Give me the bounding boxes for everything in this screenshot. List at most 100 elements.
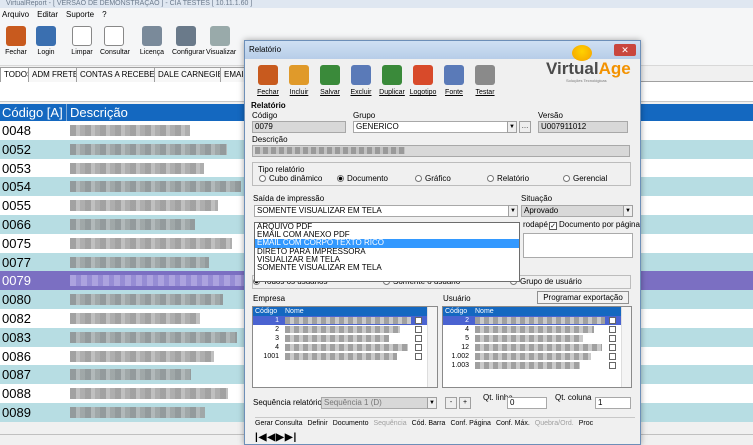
- bottom-tab[interactable]: Definir: [307, 420, 327, 427]
- row-description-redacted: [70, 125, 190, 136]
- name-redacted: [285, 353, 397, 360]
- bottom-tab[interactable]: Conf. Máx.: [496, 420, 530, 427]
- list-item[interactable]: 3: [253, 334, 437, 343]
- fechar-button[interactable]: Fechar: [253, 63, 283, 96]
- row-checkbox[interactable]: [609, 353, 616, 360]
- doc-por-pagina-checkbox[interactable]: ✓ Documento por página: [549, 220, 640, 230]
- bottom-tab[interactable]: Gerar Consulta: [255, 420, 302, 427]
- testar-button[interactable]: Testar: [470, 63, 500, 96]
- tipo-radio-1[interactable]: Documento: [337, 174, 388, 183]
- fechar-button[interactable]: Fechar: [2, 24, 30, 56]
- list-item[interactable]: 1.002: [443, 352, 631, 361]
- tipo-radio-2[interactable]: Gráfico: [415, 174, 451, 183]
- configurar-button[interactable]: Configurar: [172, 24, 205, 56]
- bottom-tab[interactable]: Documento: [333, 420, 369, 427]
- tab-dale-carnegie[interactable]: DALE CARNEGIE: [154, 67, 227, 82]
- row-description-redacted: [70, 388, 228, 400]
- login-button[interactable]: Login: [32, 24, 60, 56]
- bottom-tab[interactable]: Quebra/Ord.: [535, 420, 574, 427]
- row-description-redacted: [70, 331, 237, 343]
- row-checkbox[interactable]: [415, 317, 422, 324]
- chevron-down-icon[interactable]: ▼: [507, 121, 517, 133]
- grupo-select[interactable]: GENERICO: [353, 121, 513, 133]
- col-codigo-header[interactable]: Código [A]: [2, 104, 63, 121]
- logotipo-button[interactable]: Logotipo: [408, 63, 438, 96]
- row-checkbox[interactable]: [609, 344, 616, 351]
- menu-help[interactable]: ?: [102, 8, 106, 22]
- grupo-usuario-radio[interactable]: Grupo de usuário: [510, 277, 582, 286]
- name-redacted: [285, 344, 408, 351]
- tipo-radio-3[interactable]: Relatório: [487, 174, 529, 183]
- duplicar-button[interactable]: Duplicar: [377, 63, 407, 96]
- row-checkbox[interactable]: [415, 353, 422, 360]
- list-item[interactable]: 5: [443, 334, 631, 343]
- licenca-button[interactable]: Licença: [138, 24, 166, 56]
- row-checkbox[interactable]: [609, 317, 616, 324]
- sequencia-minus-button[interactable]: -: [445, 397, 457, 409]
- salvar-button[interactable]: Salvar: [315, 63, 345, 96]
- descricao-field[interactable]: [252, 145, 630, 157]
- row-code: 0086: [2, 348, 31, 364]
- list-item[interactable]: 12: [443, 343, 631, 352]
- list-item[interactable]: 2: [443, 316, 631, 325]
- usuario-scrollbar[interactable]: [621, 307, 631, 387]
- empresa-label: Empresa: [253, 294, 286, 303]
- tipo-radio-4[interactable]: Gerencial: [563, 174, 607, 183]
- grupo-label: Grupo: [353, 111, 376, 120]
- row-checkbox[interactable]: [609, 326, 616, 333]
- list-item[interactable]: 1: [253, 316, 437, 325]
- bottom-tab[interactable]: Proc: [579, 420, 593, 427]
- saida-dropdown-list: ARQUIVO PDF EMAIL COM ANEXO PDF EMAIL COM …: [254, 222, 520, 282]
- list-item[interactable]: 2: [253, 325, 437, 334]
- versao-field[interactable]: U007911012: [538, 121, 628, 133]
- qt-linha-input[interactable]: 0: [507, 397, 547, 409]
- qt-coluna-label: Qt. coluna: [555, 393, 592, 402]
- row-checkbox[interactable]: [609, 335, 616, 342]
- row-code: 0082: [2, 310, 31, 326]
- tab-contas-a-receber[interactable]: CONTAS A RECEBER: [76, 67, 165, 82]
- list-item[interactable]: 4: [253, 343, 437, 352]
- sequencia-select[interactable]: Sequência 1 (D): [321, 397, 437, 409]
- consultar-button[interactable]: Consultar: [100, 24, 130, 56]
- incluir-button[interactable]: Incluir: [284, 63, 314, 96]
- chevron-down-icon[interactable]: ▼: [427, 397, 437, 409]
- chevron-down-icon[interactable]: ▼: [623, 205, 633, 217]
- tab-adm-frete[interactable]: ADM FRETE: [28, 67, 83, 82]
- fonte-button[interactable]: Fonte: [439, 63, 469, 96]
- notes-box[interactable]: [523, 233, 633, 258]
- name-redacted: [475, 362, 580, 369]
- row-checkbox[interactable]: [609, 362, 616, 369]
- bottom-tab[interactable]: Cód. Barra: [412, 420, 446, 427]
- excluir-button[interactable]: Excluir: [346, 63, 376, 96]
- tipo-radio-0[interactable]: Cubo dinâmico: [259, 174, 322, 183]
- menu-arquivo[interactable]: Arquivo: [2, 8, 29, 22]
- row-checkbox[interactable]: [415, 326, 422, 333]
- section-relatorio: Relatório: [251, 101, 286, 110]
- visualizar-button[interactable]: Visualizar: [206, 24, 236, 56]
- record-navigator[interactable]: |◀◀▶▶|: [255, 432, 297, 443]
- search-icon: [104, 26, 124, 46]
- list-item[interactable]: 1.003: [443, 361, 631, 370]
- sequencia-plus-button[interactable]: +: [459, 397, 471, 409]
- bottom-tab[interactable]: Sequência: [374, 420, 407, 427]
- limpar-button[interactable]: Limpar: [68, 24, 96, 56]
- dropdown-option[interactable]: SOMENTE VISUALIZAR EM TELA: [255, 263, 519, 272]
- chevron-down-icon[interactable]: ▼: [508, 205, 518, 217]
- col-descricao-header[interactable]: Descrição: [70, 104, 128, 121]
- rodape-checkbox[interactable]: rodapé: [523, 220, 548, 229]
- row-checkbox[interactable]: [415, 344, 422, 351]
- users-icon: [36, 26, 56, 46]
- list-item[interactable]: 1001: [253, 352, 437, 361]
- row-checkbox[interactable]: [415, 335, 422, 342]
- bottom-tab[interactable]: Conf. Página: [450, 420, 490, 427]
- programar-exportacao-button[interactable]: Programar exportação: [537, 291, 629, 304]
- menu-editar[interactable]: Editar: [37, 8, 58, 22]
- situacao-select[interactable]: Aprovado: [521, 205, 633, 217]
- qt-coluna-input[interactable]: 1: [595, 397, 631, 409]
- list-item[interactable]: 4: [443, 325, 631, 334]
- saida-select[interactable]: SOMENTE VISUALIZAR EM TELA: [254, 205, 518, 217]
- empresa-scrollbar[interactable]: [427, 307, 437, 387]
- grupo-lookup-button[interactable]: …: [519, 121, 531, 133]
- menu-suporte[interactable]: Suporte: [66, 8, 94, 22]
- codigo-field[interactable]: 0079: [252, 121, 346, 133]
